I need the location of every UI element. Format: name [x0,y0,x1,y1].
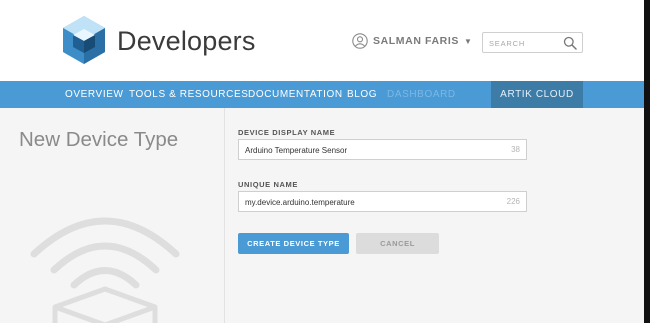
nav-item-tools-resources[interactable]: TOOLS & RESOURCES [129,89,249,100]
display-name-input[interactable] [239,141,489,160]
user-name: SALMAN FARIS [373,35,459,47]
window-edge [644,0,650,323]
display-name-field: 38 [238,139,527,160]
brand-title[interactable]: Developers [117,26,256,57]
search-icon[interactable] [563,36,577,50]
user-menu[interactable]: SALMAN FARIS ▼ [352,33,472,49]
main-nav: OVERVIEW TOOLS & RESOURCES DOCUMENTATION… [0,81,650,108]
cube-logo-icon[interactable] [62,15,106,65]
main-content: New Device Type DEVICE DISPLAY NAME 38 U… [0,108,650,323]
nav-item-documentation[interactable]: DOCUMENTATION [248,89,343,100]
cancel-button[interactable]: CANCEL [356,233,439,254]
page-title: New Device Type [19,128,179,151]
unique-name-field: 226 [238,191,527,212]
unique-name-input[interactable] [239,193,489,212]
nav-item-dashboard[interactable]: DASHBOARD [387,89,456,100]
search-box [482,32,583,53]
chevron-down-icon: ▼ [463,36,472,46]
unique-name-counter: 226 [506,197,520,206]
nav-item-artik-cloud[interactable]: ARTIK CLOUD [491,81,583,108]
search-input[interactable] [483,34,559,53]
create-device-type-button[interactable]: CREATE DEVICE TYPE [238,233,349,254]
wifi-device-icon [30,217,180,323]
nav-item-overview[interactable]: OVERVIEW [65,89,124,100]
display-name-counter: 38 [511,145,520,154]
nav-item-blog[interactable]: BLOG [347,89,377,100]
nav-item-artik-cloud-label: ARTIK CLOUD [500,89,574,100]
user-icon [352,33,368,49]
site-header: Developers SALMAN FARIS ▼ [0,0,650,81]
display-name-label: DEVICE DISPLAY NAME [238,128,336,137]
left-panel: New Device Type [0,108,225,323]
unique-name-label: UNIQUE NAME [238,180,298,189]
